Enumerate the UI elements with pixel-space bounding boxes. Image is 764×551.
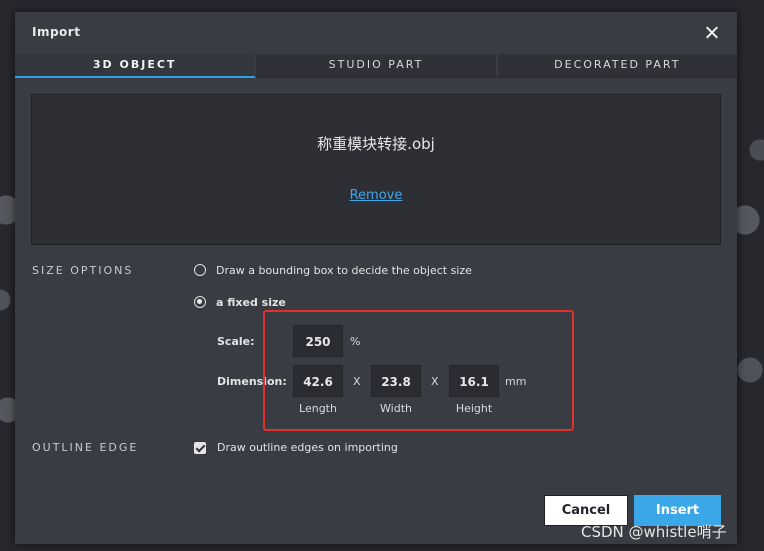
tab-decorated-part[interactable]: DECORATED PART (497, 54, 737, 78)
watermark-text: CSDN @whistle哨子 (581, 523, 727, 541)
annotation-highlight-box (263, 310, 574, 431)
tab-studio-part[interactable]: STUDIO PART (256, 54, 498, 78)
outline-edges-checkbox[interactable] (194, 442, 206, 454)
close-icon[interactable] (703, 24, 721, 42)
tab-3d-object[interactable]: 3D OBJECT (15, 54, 257, 78)
outline-edges-label: Draw outline edges on importing (217, 441, 398, 454)
title-bar: Import (15, 12, 737, 56)
tab-bar: 3D OBJECT STUDIO PART DECORATED PART (15, 54, 737, 78)
option-bounding-box-label: Draw a bounding box to decide the object… (216, 264, 472, 277)
scale-label: Scale: (217, 335, 255, 348)
outline-edge-label: OUTLINE EDGE (32, 441, 139, 454)
file-name: 称重模块转接.obj (317, 135, 435, 153)
radio-fixed-size[interactable] (194, 296, 206, 308)
radio-bounding-box[interactable] (194, 264, 206, 276)
file-preview-box: 称重模块转接.obj Remove (31, 94, 721, 245)
size-options-label: SIZE OPTIONS (32, 264, 134, 277)
remove-link[interactable]: Remove (32, 188, 720, 203)
dialog-title: Import (32, 25, 81, 39)
import-dialog: Import 3D OBJECT STUDIO PART DECORATED P… (15, 12, 737, 544)
option-fixed-size-label: a fixed size (216, 296, 286, 309)
